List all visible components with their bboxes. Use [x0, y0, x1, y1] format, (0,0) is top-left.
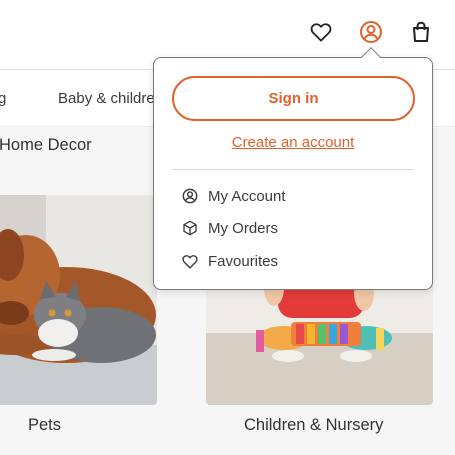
wishlist-button[interactable]	[307, 18, 335, 46]
menu-divider	[172, 169, 414, 170]
menu-item-label: My Orders	[208, 219, 279, 237]
tile-title-home-decor[interactable]: Home Decor	[0, 136, 92, 155]
category-item-partial[interactable]: g	[0, 90, 6, 107]
tile-title-pets[interactable]: Pets	[28, 416, 61, 435]
menu-item-label: Favourites	[208, 252, 279, 270]
menu-item-my-orders[interactable]: My Orders	[182, 217, 278, 239]
pets-card[interactable]	[0, 195, 157, 405]
bag-button[interactable]	[407, 18, 435, 46]
sign-in-button[interactable]: Sign in	[172, 76, 415, 121]
heart-icon	[182, 253, 198, 269]
menu-item-my-account[interactable]: My Account	[182, 185, 286, 207]
pets-image	[0, 195, 157, 405]
user-circle-icon	[359, 20, 383, 44]
create-account-link[interactable]: Create an account	[154, 134, 432, 151]
shopping-bag-icon	[411, 21, 431, 43]
account-dropdown: Sign in Create an account My Account My …	[153, 47, 433, 290]
account-button[interactable]	[357, 18, 385, 46]
user-circle-icon	[182, 188, 198, 204]
page: g Baby & childre Home Decor Pets Childre…	[0, 0, 455, 455]
heart-icon	[310, 22, 332, 42]
category-item-baby-children[interactable]: Baby & childre	[58, 90, 155, 107]
tile-title-children-nursery[interactable]: Children & Nursery	[244, 416, 383, 435]
menu-item-label: My Account	[208, 187, 286, 205]
box-icon	[182, 220, 198, 236]
menu-item-favourites[interactable]: Favourites	[182, 250, 278, 272]
